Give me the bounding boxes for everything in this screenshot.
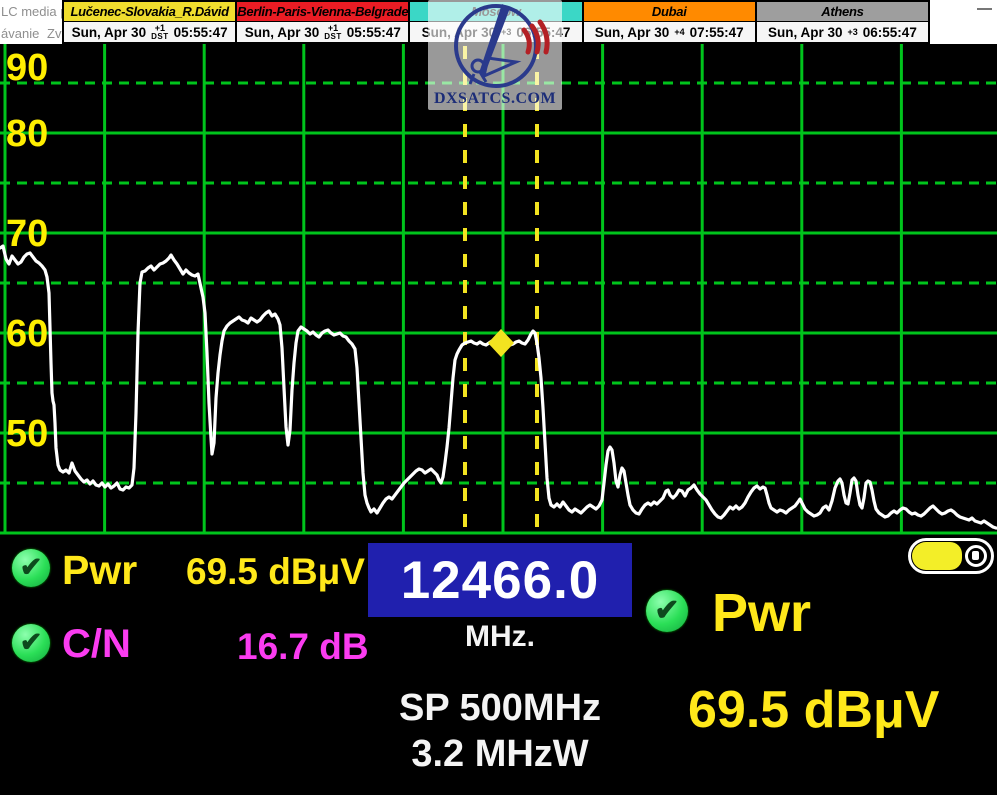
clock-time: 05:55:47 xyxy=(174,25,228,40)
cn-label: C/N xyxy=(62,622,131,667)
cn-lock-check-icon: ✔ xyxy=(12,624,50,662)
timezone-offset: +1 DST xyxy=(151,24,169,41)
battery-level xyxy=(912,542,962,570)
bandwidth-label: 3.2 MHzW xyxy=(348,733,652,776)
big-pwr-label: Pwr xyxy=(712,582,811,644)
clock-time: 07:55:47 xyxy=(690,25,744,40)
big-pwr-value: 69.5 dBμV xyxy=(688,680,939,740)
frequency-input[interactable]: 12466.0 xyxy=(368,543,632,617)
clock-time-row: Sun, Apr 30 +3 06:55:47 xyxy=(757,22,928,42)
clock-time-row: Sun, Apr 30 +1 DST 05:55:47 xyxy=(237,22,408,42)
clock-time-row: Sun, Apr 30 +1 DST 05:55:47 xyxy=(64,22,235,42)
background-menu-fragment: ávanie xyxy=(1,26,39,41)
minimize-icon[interactable] xyxy=(977,8,992,10)
y-axis-tick-label: 50 xyxy=(6,413,48,455)
timezone-offset: +3 xyxy=(848,28,858,37)
spectrum-chart[interactable]: 50 60 70 80 90 xyxy=(0,44,997,535)
clock-date: Sun, Apr 30 xyxy=(72,25,147,40)
background-window-title: LC media pl xyxy=(1,4,70,19)
battery-terminal xyxy=(965,545,987,567)
clock-dubai: Dubai Sun, Apr 30 +4 07:55:47 xyxy=(584,2,757,42)
y-axis-tick-label: 90 xyxy=(6,47,48,89)
clock-date: Sun, Apr 30 xyxy=(245,25,320,40)
dxsatcs-logo: DXSATCS.COM xyxy=(428,0,562,110)
clock-time: 05:55:47 xyxy=(347,25,401,40)
clock-city-label: Dubai xyxy=(584,2,755,22)
clock-city-label: Lučenec-Slovakia_R.Dávid xyxy=(64,2,235,22)
satellite-dish-icon: DXSATCS.COM xyxy=(428,0,562,110)
clock-date: Sun, Apr 30 xyxy=(595,25,670,40)
spectrum-analyzer-screen: { "desktop": { "fragment_top": "LC media… xyxy=(0,0,997,795)
clock-city-label: Berlin-Paris-Vienna-Belgrade xyxy=(237,2,408,22)
clock-athens: Athens Sun, Apr 30 +3 06:55:47 xyxy=(757,2,928,42)
y-axis-tick-label: 60 xyxy=(6,313,48,355)
background-menu-fragment-2: Zv xyxy=(47,26,61,41)
pwr-label: Pwr xyxy=(62,547,137,594)
svg-text:DXSATCS.COM: DXSATCS.COM xyxy=(434,90,556,107)
spectrum-trace xyxy=(0,246,996,528)
frequency-unit-label: MHz. xyxy=(400,620,600,654)
battery-icon xyxy=(908,538,994,574)
pwr-value: 69.5 dBμV xyxy=(186,551,365,593)
clock-berlin: Berlin-Paris-Vienna-Belgrade Sun, Apr 30… xyxy=(237,2,410,42)
clock-lucenec: Lučenec-Slovakia_R.Dávid Sun, Apr 30 +1 … xyxy=(64,2,237,42)
clock-city-label: Athens xyxy=(757,2,928,22)
big-pwr-check-icon: ✔ xyxy=(646,590,688,632)
y-axis-tick-label: 80 xyxy=(6,113,48,155)
clock-time-row: Sun, Apr 30 +4 07:55:47 xyxy=(584,22,755,42)
clock-time: 06:55:47 xyxy=(863,25,917,40)
cn-value: 16.7 dB xyxy=(237,626,369,668)
y-axis-tick-label: 70 xyxy=(6,213,48,255)
pwr-lock-check-icon: ✔ xyxy=(12,549,50,587)
timezone-offset: +4 xyxy=(674,28,684,37)
timezone-offset: +1 DST xyxy=(324,24,342,41)
span-label: SP 500MHz xyxy=(348,687,652,730)
clock-date: Sun, Apr 30 xyxy=(768,25,843,40)
